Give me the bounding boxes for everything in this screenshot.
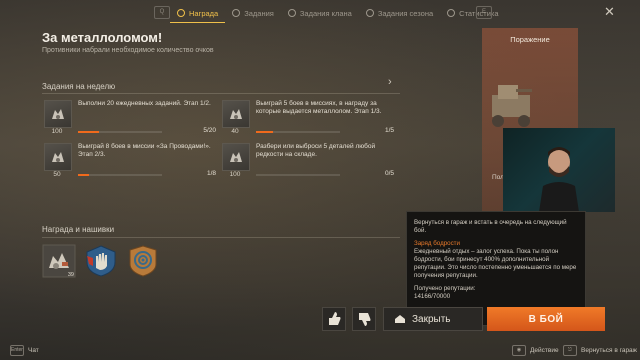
reward-item[interactable]: 39 bbox=[42, 244, 76, 278]
enter-key-icon: Enter bbox=[10, 345, 24, 356]
target-badge-icon bbox=[129, 245, 157, 277]
task-text: Выполни 20 ежедневных заданий. Этап 1/2. bbox=[78, 100, 211, 107]
progress-fill bbox=[78, 174, 89, 176]
statistics-icon bbox=[447, 9, 456, 17]
task-progress: 0/5 bbox=[384, 170, 394, 177]
reputation-value: 14166/70000 bbox=[414, 293, 451, 300]
tab-bar: Награда Задания Задания клана Задания се… bbox=[170, 4, 506, 23]
task-text: Выиграй 5 боев в миссиях, в награду за к… bbox=[256, 100, 382, 115]
progress-fill bbox=[256, 131, 273, 133]
webcam-overlay bbox=[503, 128, 615, 212]
task-item[interactable]: 100 Разбери или выброси 5 деталей любой … bbox=[222, 143, 398, 195]
task-progress: 1/5 bbox=[384, 127, 394, 134]
tooltip-heading: Заряд бодрости bbox=[414, 240, 460, 247]
progress-bar bbox=[256, 174, 340, 176]
rewards-label: Награда и нашивки bbox=[42, 225, 115, 234]
task-reward: 100 bbox=[51, 128, 63, 135]
task-icon-tile bbox=[44, 100, 72, 128]
task-icon-tile bbox=[44, 143, 72, 171]
divider bbox=[42, 237, 400, 238]
top-bar: Q Награда Задания Задания клана Задания … bbox=[0, 0, 640, 26]
divider bbox=[42, 93, 400, 94]
key-hint-prev: Q bbox=[154, 6, 170, 19]
tooltip-description: Вернуться в гараж и встать в очередь на … bbox=[414, 219, 567, 234]
mouse-key-icon: ◉ bbox=[512, 345, 526, 356]
season-icon bbox=[365, 9, 374, 17]
task-progress: 5/20 bbox=[203, 127, 216, 134]
rewards-list: 39 bbox=[42, 244, 160, 278]
clan-icon bbox=[287, 9, 296, 17]
battle-button[interactable]: В БОЙ bbox=[487, 307, 605, 331]
page-title: За металлоломом! bbox=[42, 30, 163, 45]
reward-item[interactable] bbox=[84, 244, 118, 278]
scrap-icon bbox=[230, 109, 242, 119]
result-title: Поражение bbox=[510, 35, 550, 44]
reward-item[interactable] bbox=[126, 244, 160, 278]
progress-bar bbox=[78, 131, 162, 133]
garage-icon bbox=[395, 315, 405, 323]
reputation-label: Получено репутации: bbox=[414, 285, 476, 292]
task-text: Выиграй 8 боев в миссии «За Проводами!».… bbox=[78, 143, 211, 158]
tooltip-body: Ежедневный отдых – залог успеха. Пока ты… bbox=[414, 248, 577, 279]
streamer-image bbox=[539, 147, 579, 212]
progress-fill bbox=[78, 131, 99, 133]
task-icon-tile bbox=[222, 100, 250, 128]
scrap-icon bbox=[230, 152, 242, 162]
progress-bar bbox=[78, 174, 162, 176]
vehicle-image bbox=[492, 85, 532, 127]
task-item[interactable]: 50 Выиграй 8 боев в миссии «За Проводами… bbox=[44, 143, 220, 195]
tab-statistics[interactable]: Статистика bbox=[440, 4, 505, 22]
tab-reward[interactable]: Награда bbox=[170, 4, 226, 23]
task-text: Разбери или выброси 5 деталей любой редк… bbox=[256, 143, 376, 158]
back-hint[interactable]: ⎋ Вернуться в гараж bbox=[563, 345, 637, 356]
close-icon[interactable]: ✕ bbox=[604, 5, 615, 18]
task-reward: 40 bbox=[231, 128, 239, 135]
tasks-icon bbox=[232, 9, 241, 17]
scrap-icon bbox=[52, 109, 64, 119]
key-hint-next: E bbox=[476, 6, 492, 19]
tab-tasks[interactable]: Задания bbox=[225, 4, 281, 22]
dislike-button[interactable] bbox=[352, 307, 376, 331]
reward-count: 39 bbox=[67, 272, 74, 278]
hand-badge-icon bbox=[86, 245, 116, 277]
progress-bar bbox=[256, 131, 340, 133]
chevron-right-icon[interactable]: › bbox=[388, 76, 392, 88]
thumbs-up-icon bbox=[329, 312, 341, 325]
task-reward: 100 bbox=[229, 171, 241, 178]
chat-hint[interactable]: Enter Чат bbox=[10, 345, 39, 356]
task-icon-tile bbox=[222, 143, 250, 171]
close-button[interactable]: Закрыть bbox=[383, 307, 483, 331]
esc-key-icon: ⎋ bbox=[563, 345, 577, 356]
page-subtitle: Противники набрали необходимое количеств… bbox=[42, 47, 214, 54]
thumbs-down-icon bbox=[359, 313, 371, 326]
action-hint: ◉ Действие bbox=[512, 345, 559, 356]
tab-clan-tasks[interactable]: Задания клана bbox=[281, 4, 359, 22]
task-progress: 1/8 bbox=[206, 170, 216, 177]
scrap-icon bbox=[52, 152, 64, 162]
reward-icon bbox=[177, 9, 185, 17]
weekly-tasks-label: Задания на неделю bbox=[42, 82, 116, 91]
tab-season-tasks[interactable]: Задания сезона bbox=[359, 4, 440, 22]
like-button[interactable] bbox=[322, 307, 346, 331]
task-reward: 50 bbox=[53, 171, 61, 178]
